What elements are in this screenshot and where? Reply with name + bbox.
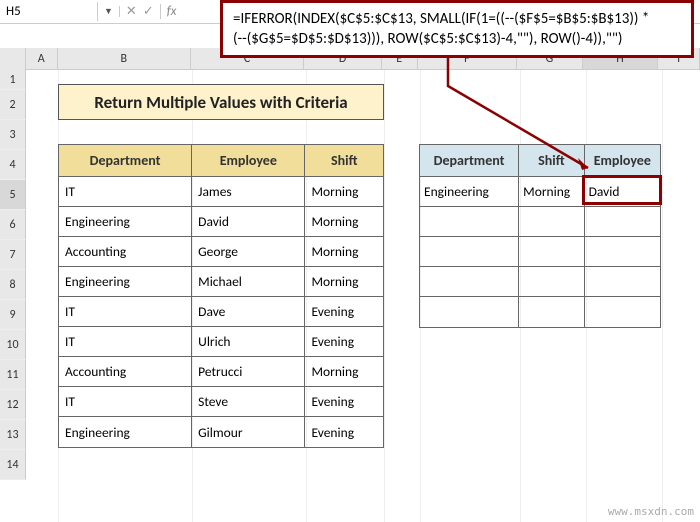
row-header-7[interactable]: 7 <box>0 240 26 270</box>
row-header-13[interactable]: 13 <box>0 420 26 450</box>
table-row: AccountingGeorgeMorning <box>59 237 383 267</box>
data-table: Department Employee Shift ITJamesMorning… <box>58 144 384 448</box>
row-headers: 1 2 3 4 5 6 7 8 9 10 11 12 13 14 <box>0 70 26 480</box>
table2-header-employee[interactable]: Employee <box>585 145 660 176</box>
spreadsheet-grid: A B C D E F G H I 1 2 3 4 5 6 7 8 9 10 1… <box>0 48 700 522</box>
row-header-14[interactable]: 14 <box>0 450 26 480</box>
select-all-corner[interactable] <box>0 48 26 70</box>
table2-header-department[interactable]: Department <box>420 145 519 176</box>
row-header-3[interactable]: 3 <box>0 120 26 150</box>
row-header-6[interactable]: 6 <box>0 210 26 240</box>
table-row <box>420 267 660 297</box>
table-row: EngineeringDavidMorning <box>59 207 383 237</box>
sheet-title: Return Multiple Values with Criteria <box>58 84 384 120</box>
table1-header-row: Department Employee Shift <box>59 145 383 177</box>
formula-line-2: (--($G$5=$D$5:$D$13))), ROW($C$5:$C$13)-… <box>233 29 681 49</box>
confirm-icon[interactable]: ✓ <box>143 4 154 19</box>
table2-header-row: Department Shift Employee <box>420 145 660 177</box>
row-header-9[interactable]: 9 <box>0 300 26 330</box>
cancel-icon[interactable]: ✕ <box>126 4 137 19</box>
fx-icon[interactable]: fx <box>161 4 183 19</box>
table-row <box>420 207 660 237</box>
table-row: EngineeringGilmourEvening <box>59 417 383 447</box>
table-row: ITUlrichEvening <box>59 327 383 357</box>
table-row: ITDaveEvening <box>59 297 383 327</box>
watermark: www.msxdn.com <box>608 505 694 518</box>
table2-header-shift[interactable]: Shift <box>519 145 584 176</box>
formula-bar-expanded[interactable]: =IFERROR(INDEX($C$5:$C$13, SMALL(IF(1=((… <box>220 0 694 58</box>
row-header-5[interactable]: 5 <box>0 180 26 210</box>
name-box[interactable]: H5 <box>0 2 98 21</box>
col-header-b[interactable]: B <box>58 48 191 69</box>
row-header-12[interactable]: 12 <box>0 390 26 420</box>
fx-controls: ✕ ✓ <box>120 4 161 19</box>
formula-line-1: =IFERROR(INDEX($C$5:$C$13, SMALL(IF(1=((… <box>233 9 681 29</box>
table1-header-employee[interactable]: Employee <box>192 145 305 176</box>
table1-header-department[interactable]: Department <box>59 145 192 176</box>
table1-header-shift[interactable]: Shift <box>305 145 383 176</box>
result-table: Department Shift Employee EngineeringMor… <box>419 144 661 328</box>
row-header-1[interactable]: 1 <box>0 70 26 90</box>
table-row <box>420 237 660 267</box>
table-row: AccountingPetrucciMorning <box>59 357 383 387</box>
table-row: ITSteveEvening <box>59 387 383 417</box>
table-row: EngineeringMichaelMorning <box>59 267 383 297</box>
row-header-10[interactable]: 10 <box>0 330 26 360</box>
table-row: EngineeringMorningDavid <box>420 177 660 207</box>
row-header-8[interactable]: 8 <box>0 270 26 300</box>
row-header-11[interactable]: 11 <box>0 360 26 390</box>
cells-area[interactable]: Return Multiple Values with Criteria Dep… <box>26 70 700 522</box>
table-row <box>420 297 660 327</box>
row-header-2[interactable]: 2 <box>0 90 26 120</box>
name-box-dropdown-icon[interactable]: ▼ <box>98 6 120 17</box>
table-row: ITJamesMorning <box>59 177 383 207</box>
row-header-4[interactable]: 4 <box>0 150 26 180</box>
col-header-a[interactable]: A <box>26 48 58 69</box>
